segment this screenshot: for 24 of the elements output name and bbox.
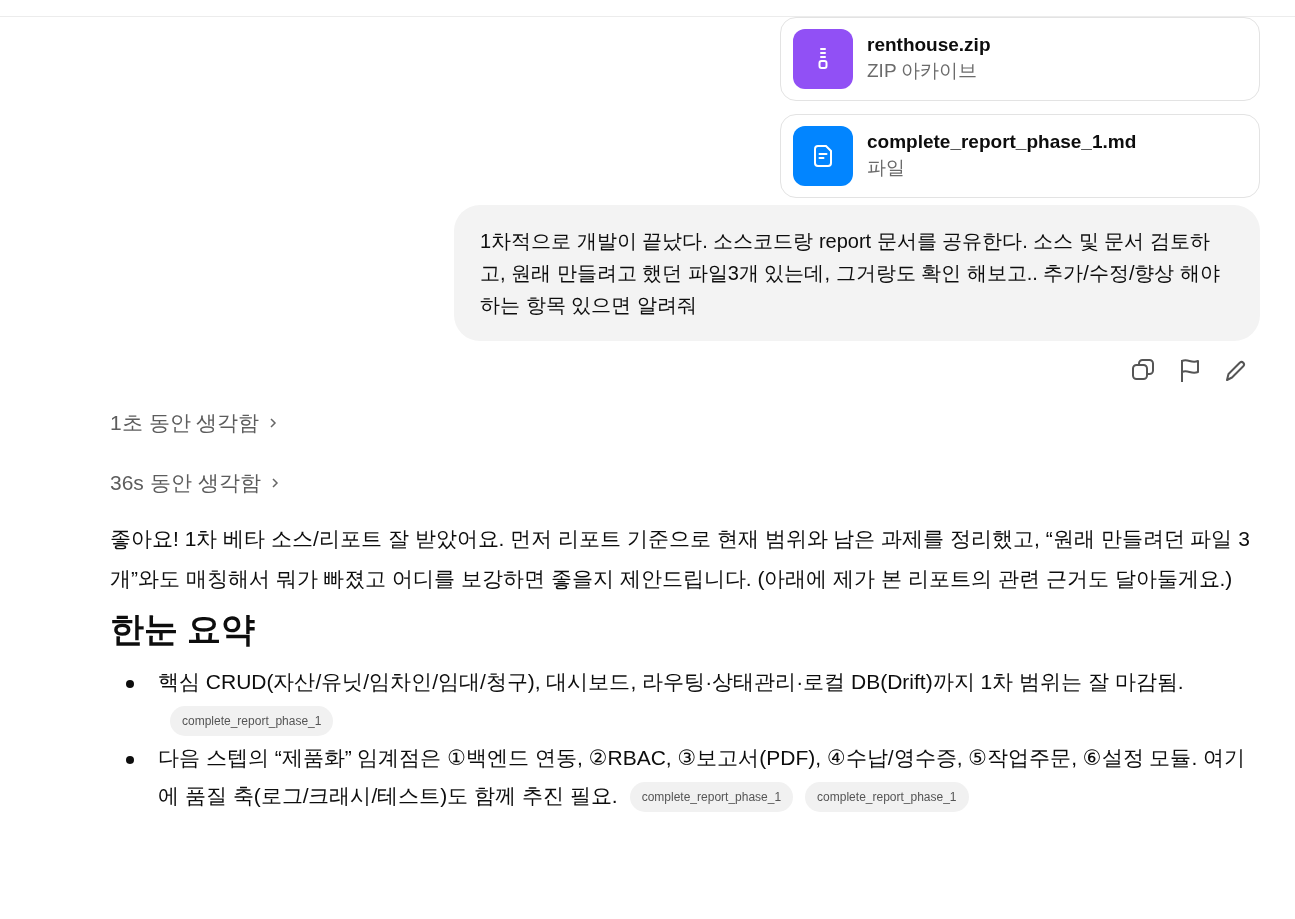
flag-icon[interactable] bbox=[1178, 357, 1202, 383]
zipper-icon bbox=[816, 47, 830, 71]
file-type: ZIP 아카이브 bbox=[867, 59, 979, 83]
citation-chip[interactable]: complete_report_phase_1 bbox=[805, 782, 969, 813]
document-icon bbox=[812, 144, 834, 168]
user-message: 1차적으로 개발이 끝났다. 소스코드랑 report 문서를 공유한다. 소스 및 문서 검토하고, 원래 만들려고 했던 파일3개 있는데, 그거랑도 확인 해보고.. 추가/수정/향상 해야 하는 항목 있으면 알려줘 bbox=[454, 205, 1260, 341]
chevron-right-icon bbox=[269, 417, 278, 429]
file-attachment-card[interactable]: complete_report_phase_1.md 파일 bbox=[780, 114, 1260, 198]
file-name: renthouse.zip bbox=[867, 34, 991, 56]
file-attachment-card[interactable]: renthouse.zip ZIP 아카이브 bbox=[780, 17, 1260, 101]
file-type: 파일 bbox=[867, 156, 906, 180]
bullet-dot bbox=[126, 680, 134, 688]
chevron-right-icon bbox=[270, 477, 279, 489]
response-paragraph: 좋아요! 1차 베타 소스/리포트 잘 받았어요. 먼저 리포트 기준으로 현재 범위와 남은 과제를 정리했고, “원래 만들려던 파일 3개”와도 매칭해서 뭐가 빠졌고 어디를 보강하면 좋을지 제안드립니다. (아래에 제가 본 리포트의 관련 근거도 달아둘게요.) bbox=[110, 526, 1251, 592]
copy-icon[interactable] bbox=[1130, 357, 1156, 383]
bullet-text: 다음 스텝의 “제품화” 임계점은 ①백엔드 연동, ②RBAC, ③보고서(PDF), ④수납/영수증, ⑤작업주문, ⑥설정 모듈. 여기에 품질 축(로그/크래시/테스트)도 함께 추진 필요. complete_report_phase_1 complete_report_phase_1 bbox=[158, 739, 1260, 815]
section-heading: 한눈 요약 bbox=[110, 609, 257, 650]
citation-chip[interactable]: complete_report_phase_1 bbox=[170, 706, 334, 737]
thinking-toggle[interactable]: 1초 동안 생각함 bbox=[110, 401, 278, 445]
citation-chip[interactable]: complete_report_phase_1 bbox=[629, 782, 794, 813]
file-name: complete_report_phase_1.md bbox=[867, 131, 1137, 153]
bullet-text: 핵심 CRUD(자산/유닛/임차인/임대/청구), 대시보드, 라우팅·상태관리·로컬 DB(Drift)까지 1차 범위는 잘 마감됨. complete_report_phase_1 bbox=[158, 663, 1260, 739]
bullet-dot bbox=[126, 756, 134, 764]
thinking-toggle[interactable]: 36s 동안 생각함 bbox=[110, 461, 279, 505]
